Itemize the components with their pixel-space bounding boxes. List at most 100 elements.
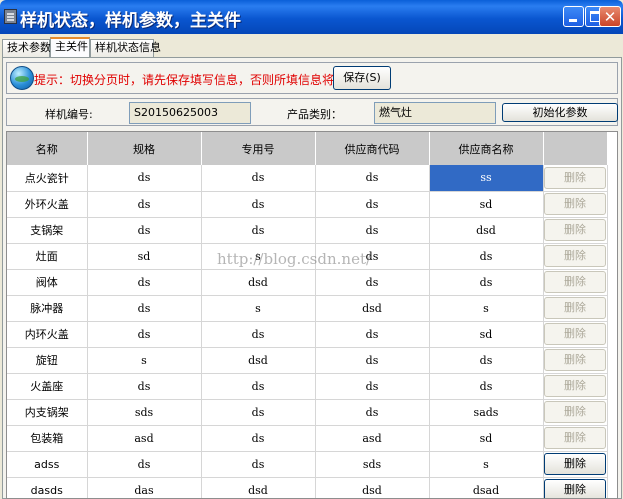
- delete-button[interactable]: 删除: [544, 193, 606, 215]
- delete-button[interactable]: 删除: [544, 245, 606, 267]
- cell-name[interactable]: 外环火盖: [7, 191, 88, 218]
- cell-supplier-name[interactable]: dsd: [429, 217, 544, 244]
- table-row[interactable]: 脉冲器 ds s dsd s 删除: [7, 295, 608, 322]
- cell-name[interactable]: adss: [7, 451, 88, 478]
- save-button[interactable]: 保存(S): [333, 66, 391, 90]
- cell-code[interactable]: dsd: [201, 477, 316, 498]
- cell-spec[interactable]: ds: [87, 451, 202, 478]
- table-row[interactable]: 旋钮 s dsd ds ds 删除: [7, 347, 608, 374]
- cell-supplier-code[interactable]: dsd: [315, 295, 430, 322]
- table-row[interactable]: 外环火盖 ds ds ds sd 删除: [7, 191, 608, 218]
- cell-supplier-name[interactable]: ds: [429, 347, 544, 374]
- init-params-button[interactable]: 初始化参数: [502, 103, 618, 122]
- cell-code[interactable]: ds: [201, 399, 316, 426]
- cell-code[interactable]: dsd: [201, 269, 316, 296]
- cell-spec[interactable]: ds: [87, 321, 202, 348]
- cell-supplier-code[interactable]: ds: [315, 347, 430, 374]
- cell-supplier-code[interactable]: asd: [315, 425, 430, 452]
- cell-supplier-code[interactable]: ds: [315, 399, 430, 426]
- delete-button[interactable]: 删除: [544, 401, 606, 423]
- cell-name[interactable]: 火盖座: [7, 373, 88, 400]
- table-row[interactable]: 包装箱 asd ds asd sd 删除: [7, 425, 608, 452]
- cell-supplier-name[interactable]: ds: [429, 373, 544, 400]
- tab-tech-params[interactable]: 技术参数: [2, 39, 51, 57]
- cell-name[interactable]: 内支锅架: [7, 399, 88, 426]
- cell-supplier-code[interactable]: dsd: [315, 477, 430, 498]
- serial-field[interactable]: S20150625003: [129, 102, 251, 124]
- cell-supplier-name[interactable]: sd: [429, 425, 544, 452]
- cell-code[interactable]: s: [201, 243, 316, 270]
- cell-supplier-code[interactable]: ds: [315, 373, 430, 400]
- delete-button[interactable]: 删除: [544, 349, 606, 371]
- cell-code[interactable]: ds: [201, 373, 316, 400]
- column-header-supplier-name[interactable]: 供应商名称: [429, 132, 544, 165]
- column-header-supplier-code[interactable]: 供应商代码: [315, 132, 430, 165]
- tab-status-info[interactable]: 样机状态信息: [90, 39, 161, 57]
- cell-name[interactable]: dasds: [7, 477, 88, 498]
- delete-button[interactable]: 删除: [544, 271, 606, 293]
- close-button[interactable]: ✕: [599, 6, 621, 27]
- cell-code[interactable]: ds: [201, 321, 316, 348]
- column-header-code[interactable]: 专用号: [201, 132, 316, 165]
- cell-supplier-code[interactable]: sds: [315, 451, 430, 478]
- cell-spec[interactable]: ds: [87, 191, 202, 218]
- table-row[interactable]: adss ds ds sds s 删除: [7, 451, 608, 478]
- cell-supplier-name[interactable]: ds: [429, 269, 544, 296]
- cell-spec[interactable]: ds: [87, 217, 202, 244]
- table-row[interactable]: dasds das dsd dsd dsad 删除: [7, 477, 608, 498]
- cell-code[interactable]: ds: [201, 165, 316, 192]
- cell-name[interactable]: 内环火盖: [7, 321, 88, 348]
- cell-name[interactable]: 包装箱: [7, 425, 88, 452]
- tab-main-parts[interactable]: 主关件: [50, 37, 90, 58]
- cell-supplier-name[interactable]: s: [429, 295, 544, 322]
- delete-button[interactable]: 删除: [544, 453, 606, 475]
- delete-button[interactable]: 删除: [544, 219, 606, 241]
- cell-code[interactable]: s: [201, 295, 316, 322]
- cell-spec[interactable]: ds: [87, 373, 202, 400]
- cell-code[interactable]: dsd: [201, 347, 316, 374]
- cell-supplier-name[interactable]: ss: [429, 165, 544, 192]
- cell-code[interactable]: ds: [201, 425, 316, 452]
- cell-supplier-name[interactable]: sads: [429, 399, 544, 426]
- cell-name[interactable]: 点火瓷针: [7, 165, 88, 192]
- table-row[interactable]: 阀体 ds dsd ds ds 删除: [7, 269, 608, 296]
- delete-button[interactable]: 删除: [544, 427, 606, 449]
- cell-supplier-code[interactable]: ds: [315, 191, 430, 218]
- cell-name[interactable]: 旋钮: [7, 347, 88, 374]
- cell-spec[interactable]: sds: [87, 399, 202, 426]
- cell-supplier-name[interactable]: sd: [429, 191, 544, 218]
- delete-button[interactable]: 删除: [544, 166, 606, 189]
- cell-spec[interactable]: ds: [87, 295, 202, 322]
- cell-code[interactable]: ds: [201, 191, 316, 218]
- cell-name[interactable]: 阀体: [7, 269, 88, 296]
- cell-spec[interactable]: asd: [87, 425, 202, 452]
- cell-spec[interactable]: s: [87, 347, 202, 374]
- table-row[interactable]: 内支锅架 sds ds ds sads 删除: [7, 399, 608, 426]
- cell-supplier-name[interactable]: s: [429, 451, 544, 478]
- cell-spec[interactable]: sd: [87, 243, 202, 270]
- cell-code[interactable]: ds: [201, 451, 316, 478]
- table-row[interactable]: 灶面 sd s ds ds 删除: [7, 243, 608, 270]
- column-header-name[interactable]: 名称: [7, 132, 88, 165]
- cell-supplier-code[interactable]: ds: [315, 321, 430, 348]
- cell-name[interactable]: 灶面: [7, 243, 88, 270]
- table-row[interactable]: 内环火盖 ds ds ds sd 删除: [7, 321, 608, 348]
- category-field[interactable]: 燃气灶: [374, 102, 496, 124]
- cell-supplier-name[interactable]: sd: [429, 321, 544, 348]
- delete-button[interactable]: 删除: [544, 297, 606, 319]
- cell-spec[interactable]: ds: [87, 165, 202, 192]
- cell-supplier-code[interactable]: ds: [315, 269, 430, 296]
- table-row[interactable]: 火盖座 ds ds ds ds 删除: [7, 373, 608, 400]
- minimize-button[interactable]: [563, 6, 584, 27]
- cell-supplier-name[interactable]: dsad: [429, 477, 544, 498]
- cell-name[interactable]: 支锅架: [7, 217, 88, 244]
- delete-button[interactable]: 删除: [544, 375, 606, 397]
- table-row[interactable]: 点火瓷针 ds ds ds ss 删除: [7, 165, 608, 192]
- table-row[interactable]: 支锅架 ds ds ds dsd 删除: [7, 217, 608, 244]
- delete-button[interactable]: 删除: [544, 323, 606, 345]
- column-header-spec[interactable]: 规格: [87, 132, 202, 165]
- cell-code[interactable]: ds: [201, 217, 316, 244]
- cell-spec[interactable]: das: [87, 477, 202, 498]
- cell-spec[interactable]: ds: [87, 269, 202, 296]
- cell-name[interactable]: 脉冲器: [7, 295, 88, 322]
